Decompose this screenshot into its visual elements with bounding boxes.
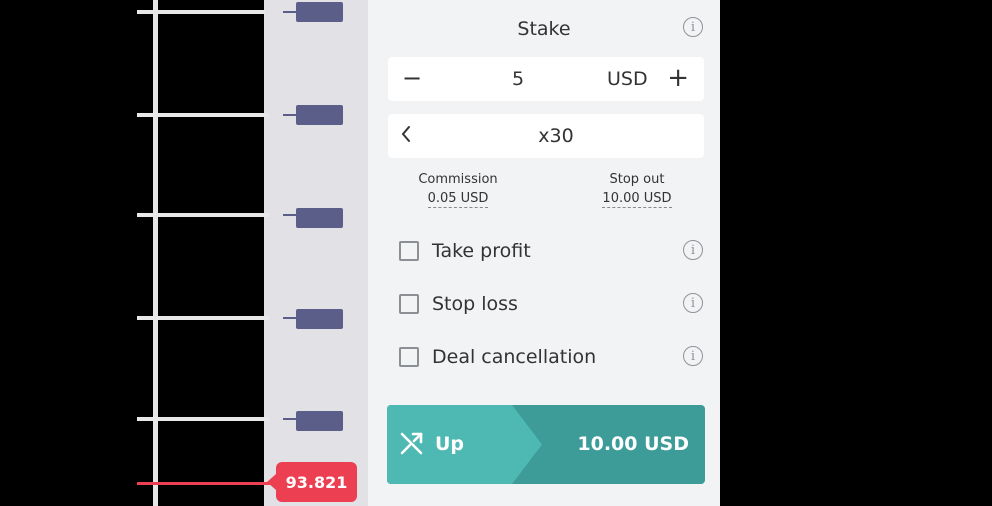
stake-title: Stake [517, 18, 571, 40]
increase-stake-button[interactable]: + [667, 63, 689, 93]
stop-loss-option[interactable]: Stop loss [399, 292, 689, 318]
price-axis-label [296, 208, 343, 228]
deal-cancellation-checkbox[interactable] [399, 347, 419, 367]
stop-out-info: Stop out 10.00 USD [587, 172, 687, 208]
shuffle-up-arrow-icon [400, 432, 423, 455]
price-chart[interactable]: 93.821 [0, 0, 368, 506]
info-icon[interactable]: i [683, 293, 703, 313]
deal-cancellation-option[interactable]: Deal cancellation [399, 345, 689, 371]
price-axis-label [296, 411, 343, 431]
multiplier-value: x30 [538, 125, 574, 147]
chart-horizontal-gridline [137, 213, 269, 217]
stake-input[interactable]: − 5 USD + [388, 57, 704, 101]
deal-cancellation-label[interactable]: Deal cancellation [432, 346, 596, 368]
price-axis-tick [283, 114, 297, 116]
take-profit-checkbox[interactable] [399, 241, 419, 261]
price-axis-label [296, 2, 343, 22]
price-axis-label [296, 309, 343, 329]
current-price-tag: 93.821 [267, 462, 357, 502]
chart-horizontal-gridline [137, 10, 265, 14]
stake-currency: USD [607, 68, 648, 90]
take-profit-option[interactable]: Take profit [399, 239, 689, 265]
purchase-up-label: Up [435, 433, 465, 455]
stop-out-label: Stop out [609, 172, 665, 187]
chart-horizontal-gridline [137, 417, 269, 421]
take-profit-label[interactable]: Take profit [432, 240, 531, 262]
chart-horizontal-gridline [137, 316, 269, 320]
purchase-up-amount: 10.00 USD [577, 433, 689, 455]
price-axis-label [296, 105, 343, 125]
info-icon[interactable]: i [683, 17, 703, 37]
price-axis-tick [283, 214, 297, 216]
trade-panel: Stake i − 5 USD + x30 Commission 0.05 US… [368, 0, 720, 506]
stop-out-value[interactable]: 10.00 USD [602, 191, 672, 208]
purchase-up-button[interactable]: Up 10.00 USD [387, 405, 705, 484]
multiplier-selector[interactable]: x30 [388, 114, 704, 158]
chart-vertical-gridline [153, 0, 158, 506]
price-axis-tick [283, 418, 297, 420]
price-axis-tick [283, 11, 297, 13]
stop-loss-checkbox[interactable] [399, 294, 419, 314]
info-icon[interactable]: i [683, 240, 703, 260]
commission-value[interactable]: 0.05 USD [427, 191, 489, 208]
chart-horizontal-gridline [137, 113, 269, 117]
stop-loss-label[interactable]: Stop loss [432, 293, 518, 315]
info-icon[interactable]: i [683, 346, 703, 366]
commission-label: Commission [418, 172, 498, 187]
price-axis-tick [283, 317, 297, 319]
current-price-line [137, 482, 274, 485]
commission-info: Commission 0.05 USD [408, 172, 508, 208]
